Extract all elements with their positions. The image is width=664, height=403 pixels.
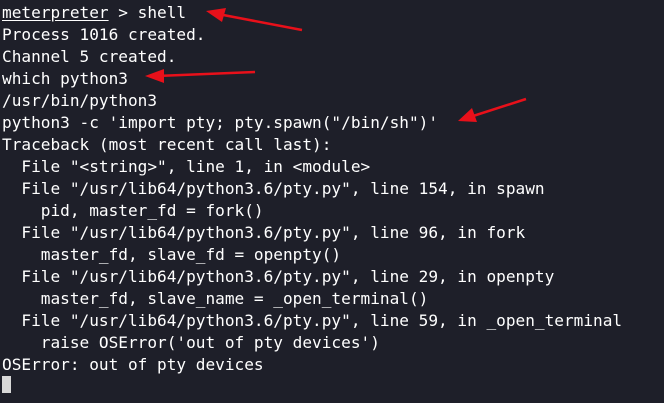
error-line: OSError: out of pty devices bbox=[2, 355, 264, 374]
prompt-line: meterpreter > shell bbox=[2, 2, 186, 24]
arrow-to-shell-command bbox=[206, 8, 303, 32]
arrow-to-which-python3 bbox=[145, 69, 256, 83]
output-line: /usr/bin/python3 bbox=[2, 91, 158, 110]
output-line: Process 1016 created. bbox=[2, 25, 206, 44]
arrow-to-pty-spawn bbox=[458, 97, 527, 122]
traceback-line: File "/usr/lib64/python3.6/pty.py", line… bbox=[2, 267, 555, 286]
traceback-line: pid, master_fd = fork() bbox=[2, 201, 264, 220]
terminal-cursor[interactable] bbox=[2, 376, 11, 393]
command-line: which python3 bbox=[2, 69, 128, 88]
prompt-separator: > bbox=[108, 3, 138, 22]
meterpreter-prompt: meterpreter bbox=[2, 3, 109, 22]
traceback-line: File "/usr/lib64/python3.6/pty.py", line… bbox=[2, 223, 526, 242]
traceback-line: master_fd, slave_fd = openpty() bbox=[2, 245, 342, 264]
traceback-line: raise OSError('out of pty devices') bbox=[2, 333, 380, 352]
terminal-window[interactable]: meterpreter > shell Process 1016 created… bbox=[0, 0, 664, 403]
traceback-line: File "<string>", line 1, in <module> bbox=[2, 157, 371, 176]
traceback-line: File "/usr/lib64/python3.6/pty.py", line… bbox=[2, 179, 545, 198]
prompt-command: shell bbox=[137, 3, 187, 22]
traceback-line: Traceback (most recent call last): bbox=[2, 135, 332, 154]
output-line: Channel 5 created. bbox=[2, 47, 177, 66]
traceback-line: master_fd, slave_name = _open_terminal() bbox=[2, 289, 429, 308]
command-line: python3 -c 'import pty; pty.spawn("/bin/… bbox=[2, 113, 439, 132]
traceback-line: File "/usr/lib64/python3.6/pty.py", line… bbox=[2, 311, 623, 330]
